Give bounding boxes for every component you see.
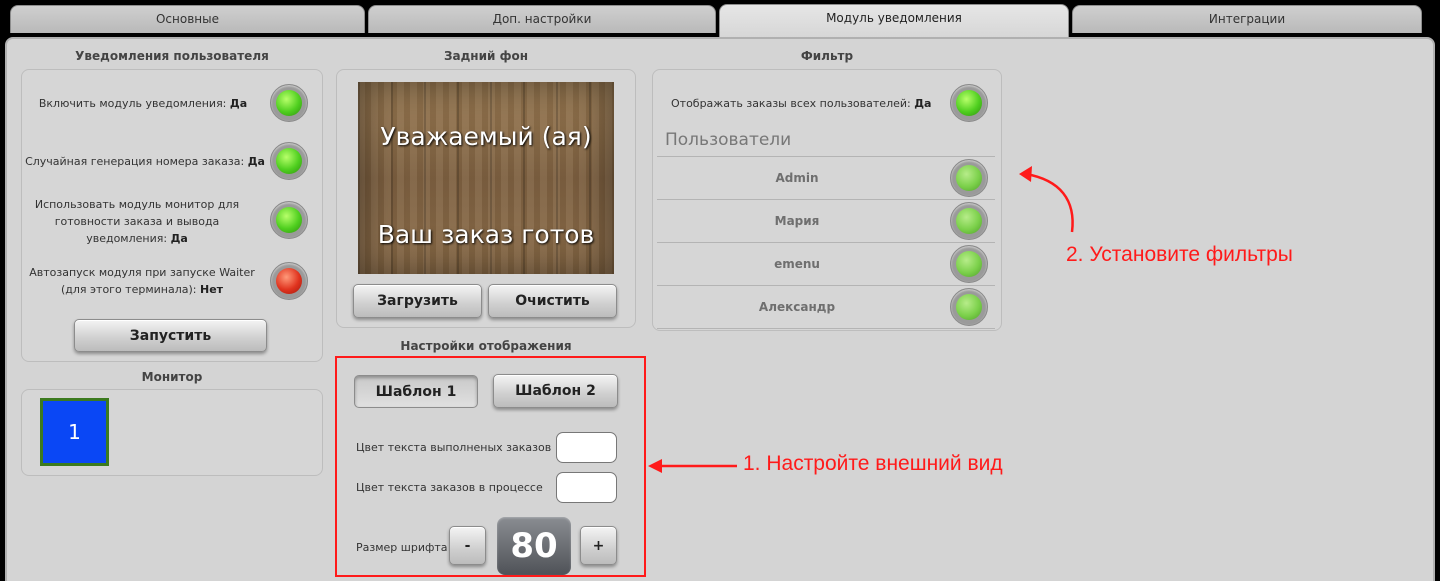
arrow-2-line: [1025, 172, 1074, 233]
arrow-2-head: [1019, 166, 1032, 182]
arrow-1-head: [648, 459, 662, 473]
annotation-step-1: 1. Настройте внешний вид: [743, 452, 1003, 475]
annotation-arrows: [648, 166, 1074, 473]
annotation-step-2: 2. Установите фильтры: [1066, 243, 1293, 266]
